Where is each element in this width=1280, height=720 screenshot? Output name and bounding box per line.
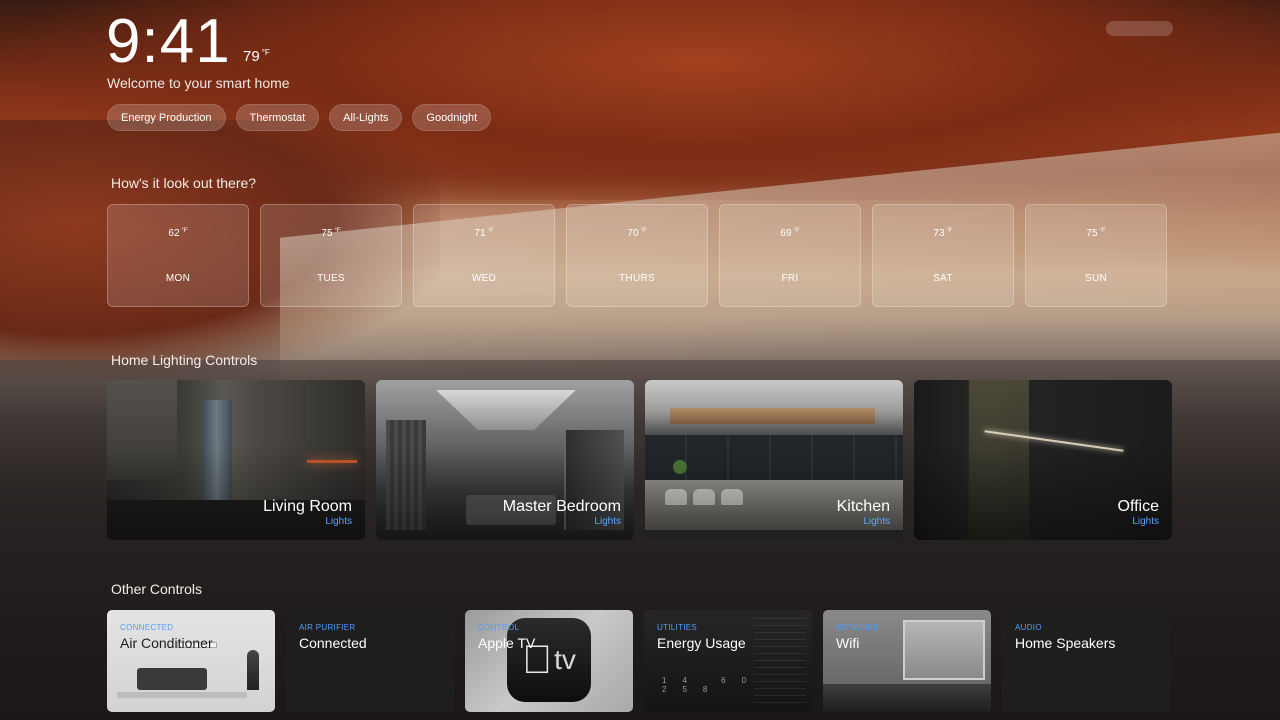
- weather-temp-value: 62: [168, 228, 180, 239]
- weather-temp-unit: °F: [334, 228, 341, 234]
- control-category: AIR PURIFIER: [299, 623, 356, 632]
- weather-temp-unit: °F: [487, 228, 494, 234]
- control-category: CONTROL: [478, 623, 520, 632]
- temperature-value: 79: [243, 48, 260, 65]
- weather-card-wed[interactable]: 71 °F WED: [413, 204, 555, 307]
- weather-day: FRI: [781, 273, 799, 284]
- weather-temp-unit: °F: [181, 228, 188, 234]
- other-controls-list: CONNECTED Air Conditioner AIR PURIFIER C…: [107, 610, 1170, 712]
- room-name: Office: [1117, 498, 1160, 515]
- current-temperature: 79 °F: [243, 48, 270, 65]
- dashboard: 9:41 79 °F Welcome to your smart home Ene…: [0, 0, 1280, 720]
- room-name: Kitchen: [836, 498, 890, 515]
- weather-card-mon[interactable]: 62 °F MON: [107, 204, 249, 307]
- weather-day: TUES: [317, 273, 345, 284]
- control-category: UTILITIES: [657, 623, 698, 632]
- control-home-speakers[interactable]: AUDIO Home Speakers: [1002, 610, 1170, 712]
- control-air-conditioner[interactable]: CONNECTED Air Conditioner: [107, 610, 275, 712]
- control-name: Wifi: [836, 635, 860, 651]
- weather-forecast: 62 °F MON 75 °F TUES 71 °F WED 70 °F THURS 6…: [107, 204, 1167, 307]
- room-card-living-room[interactable]: Living Room Lights: [107, 380, 365, 540]
- control-name: Energy Usage: [657, 635, 746, 651]
- apple-tv-logo: tv: [507, 618, 591, 702]
- weather-temp-unit: °F: [640, 228, 647, 234]
- control-apple-tv[interactable]: tv CONTROL Apple TV: [465, 610, 633, 712]
- room-lighting-list: Living Room Lights Master Bedroom Lights…: [107, 380, 1172, 540]
- weather-card-sat[interactable]: 73 °F SAT: [872, 204, 1014, 307]
- room-card-kitchen[interactable]: Kitchen Lights: [645, 380, 903, 540]
- room-card-master-bedroom[interactable]: Master Bedroom Lights: [376, 380, 634, 540]
- weather-day: MON: [165, 273, 191, 284]
- room-subtitle: Lights: [1132, 516, 1159, 527]
- room-card-office[interactable]: Office Lights: [914, 380, 1172, 540]
- quick-action-energy-production[interactable]: Energy Production: [107, 104, 226, 131]
- weather-day: SAT: [933, 273, 953, 284]
- weather-temp: 69 °F: [720, 228, 860, 239]
- quick-actions: Energy Production Thermostat All-Lights …: [107, 104, 492, 131]
- weather-temp-value: 75: [321, 228, 333, 239]
- weather-card-tues[interactable]: 75 °F TUES: [260, 204, 402, 307]
- weather-temp: 73 °F: [873, 228, 1013, 239]
- weather-card-fri[interactable]: 69 °F FRI: [719, 204, 861, 307]
- room-name: Living Room: [263, 498, 352, 515]
- weather-day: SUN: [1084, 273, 1107, 284]
- weather-temp-value: 70: [627, 228, 639, 239]
- control-name: Home Speakers: [1015, 635, 1116, 651]
- clock: 9:41: [106, 7, 231, 76]
- lighting-title: Home Lighting Controls: [111, 352, 258, 368]
- energy-reading: 14: [662, 676, 703, 685]
- room-subtitle: Lights: [594, 516, 621, 527]
- energy-reading: 60: [721, 676, 763, 685]
- room-name: Master Bedroom: [502, 498, 621, 515]
- weather-temp-value: 69: [780, 228, 792, 239]
- control-category: NETWORK: [836, 623, 879, 632]
- temperature-unit: °F: [261, 48, 270, 57]
- control-name: Apple TV: [478, 635, 536, 651]
- control-name: Air Conditioner: [120, 635, 213, 651]
- weather-day: WED: [471, 273, 497, 284]
- control-air-purifier[interactable]: AIR PURIFIER Connected: [286, 610, 454, 712]
- weather-temp: 70 °F: [567, 228, 707, 239]
- energy-readings: 14 60 258: [662, 676, 812, 694]
- top-right-pill[interactable]: [1106, 21, 1173, 36]
- weather-temp: 75 °F: [1026, 228, 1166, 239]
- control-wifi[interactable]: NETWORK Wifi: [823, 610, 991, 712]
- weather-temp-unit: °F: [1099, 228, 1106, 234]
- weather-temp: 71 °F: [414, 228, 554, 239]
- weather-temp: 62 °F: [108, 228, 248, 239]
- quick-action-all-lights[interactable]: All-Lights: [329, 104, 403, 131]
- weather-card-thurs[interactable]: 70 °F THURS: [566, 204, 708, 307]
- other-controls-title: Other Controls: [111, 581, 203, 597]
- room-subtitle: Lights: [863, 516, 890, 527]
- weather-temp-unit: °F: [946, 228, 953, 234]
- weather-temp-value: 71: [474, 228, 486, 239]
- room-subtitle: Lights: [325, 516, 352, 527]
- weather-temp-value: 75: [1086, 228, 1098, 239]
- weather-temp: 75 °F: [261, 228, 401, 239]
- wifi-room-image: [903, 620, 985, 680]
- welcome-text: Welcome to your smart home: [107, 75, 290, 91]
- control-category: AUDIO: [1015, 623, 1042, 632]
- quick-action-goodnight[interactable]: Goodnight: [412, 104, 492, 131]
- tv-badge: tv: [539, 644, 576, 675]
- weather-temp-value: 73: [933, 228, 945, 239]
- weather-day: THURS: [619, 273, 655, 284]
- energy-reading: 258: [662, 685, 724, 694]
- weather-card-sun[interactable]: 75 °F SUN: [1025, 204, 1167, 307]
- weather-temp-unit: °F: [793, 228, 800, 234]
- control-energy-usage[interactable]: 14 60 258 UTILITIES Energy Usage: [644, 610, 812, 712]
- quick-action-thermostat[interactable]: Thermostat: [235, 104, 320, 131]
- control-category: CONNECTED: [120, 623, 174, 632]
- weather-title: How's it look out there?: [111, 175, 257, 191]
- sofa-image: [137, 668, 207, 690]
- control-name: Connected: [299, 635, 367, 651]
